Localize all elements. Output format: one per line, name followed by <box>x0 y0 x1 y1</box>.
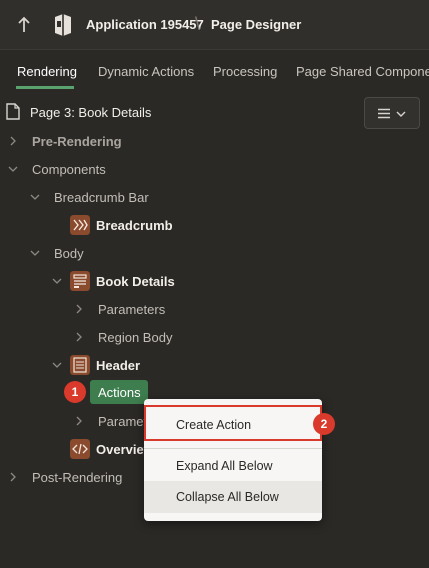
tree-label-components: Components <box>32 162 106 177</box>
tree-label-book-details: Book Details <box>96 274 175 289</box>
menu-item-expand-all-below[interactable]: Expand All Below <box>144 450 322 482</box>
tree-label-pre-rendering: Pre-Rendering <box>32 134 122 149</box>
menu-item-label: Create Action <box>176 418 252 432</box>
breadcrumb-separator: \ <box>195 14 201 34</box>
step-marker-2: 2 <box>313 413 335 435</box>
menu-item-create-action[interactable]: Create Action <box>144 405 322 441</box>
tree-label-breadcrumb: Breadcrumb <box>96 218 173 233</box>
chevron-down-icon[interactable] <box>8 164 18 174</box>
page-icon <box>6 103 20 120</box>
hamburger-icon <box>378 108 390 119</box>
tree-node-components[interactable]: Components <box>0 155 429 183</box>
tree-label-breadcrumb-bar: Breadcrumb Bar <box>54 190 149 205</box>
chevron-right-icon[interactable] <box>74 332 84 342</box>
application-icon <box>55 14 71 36</box>
tree-node-book-details[interactable]: Book Details <box>0 267 429 295</box>
tab-page-shared-components[interactable]: Page Shared Components <box>296 64 429 79</box>
tree-node-header[interactable]: Header <box>0 351 429 379</box>
application-name[interactable]: Application 195457 <box>86 17 204 32</box>
tree-menu-button[interactable] <box>364 97 420 129</box>
tree-label-parameters: Parameters <box>98 302 166 317</box>
tree-node-pre-rendering[interactable]: Pre-Rendering <box>0 127 429 155</box>
tree-node-breadcrumb[interactable]: Breadcrumb <box>0 211 429 239</box>
breadcrumb-region-icon <box>70 215 90 235</box>
up-arrow-icon[interactable] <box>16 15 32 35</box>
tree-node-actions[interactable]: Actions <box>90 380 148 404</box>
chevron-down-icon[interactable] <box>52 276 62 286</box>
static-content-region-icon <box>70 355 90 375</box>
chevron-right-icon[interactable] <box>74 416 84 426</box>
menu-separator <box>144 448 322 449</box>
chevron-down-icon[interactable] <box>52 360 62 370</box>
tree-node-region-body[interactable]: Region Body <box>0 323 429 351</box>
chevron-right-icon[interactable] <box>74 304 84 314</box>
form-region-icon <box>70 271 90 291</box>
active-tab-indicator <box>16 86 74 89</box>
context-menu: Create Action Expand All Below Collapse … <box>144 399 322 521</box>
chevron-right-icon[interactable] <box>8 472 18 482</box>
tab-rendering[interactable]: Rendering <box>17 64 77 79</box>
tree-node-body[interactable]: Body <box>0 239 429 267</box>
page-designer-title: Page Designer <box>211 17 302 32</box>
top-bar: Application 195457 \ Page Designer <box>0 0 429 50</box>
tab-dynamic-actions[interactable]: Dynamic Actions <box>98 64 194 79</box>
menu-item-label: Expand All Below <box>176 459 273 473</box>
tree-label-region-body: Region Body <box>98 330 173 345</box>
menu-item-collapse-all-below[interactable]: Collapse All Below <box>144 481 322 513</box>
tree-label-actions: Actions <box>98 385 141 400</box>
step-marker-1: 1 <box>64 381 86 403</box>
tab-processing[interactable]: Processing <box>213 64 277 79</box>
page-title[interactable]: Page 3: Book Details <box>30 105 151 120</box>
tree-label-header: Header <box>96 358 141 373</box>
menu-item-label: Collapse All Below <box>176 490 279 504</box>
code-region-icon <box>70 439 90 459</box>
chevron-down-icon <box>396 111 406 117</box>
chevron-down-icon[interactable] <box>30 248 40 258</box>
tab-bar: Rendering Dynamic Actions Processing Pag… <box>0 50 429 90</box>
tree-node-breadcrumb-bar[interactable]: Breadcrumb Bar <box>0 183 429 211</box>
tree-label-post-rendering: Post-Rendering <box>32 470 123 485</box>
chevron-down-icon[interactable] <box>30 192 40 202</box>
chevron-right-icon[interactable] <box>8 136 18 146</box>
tree-label-body: Body <box>54 246 84 261</box>
tree-node-parameters[interactable]: Parameters <box>0 295 429 323</box>
